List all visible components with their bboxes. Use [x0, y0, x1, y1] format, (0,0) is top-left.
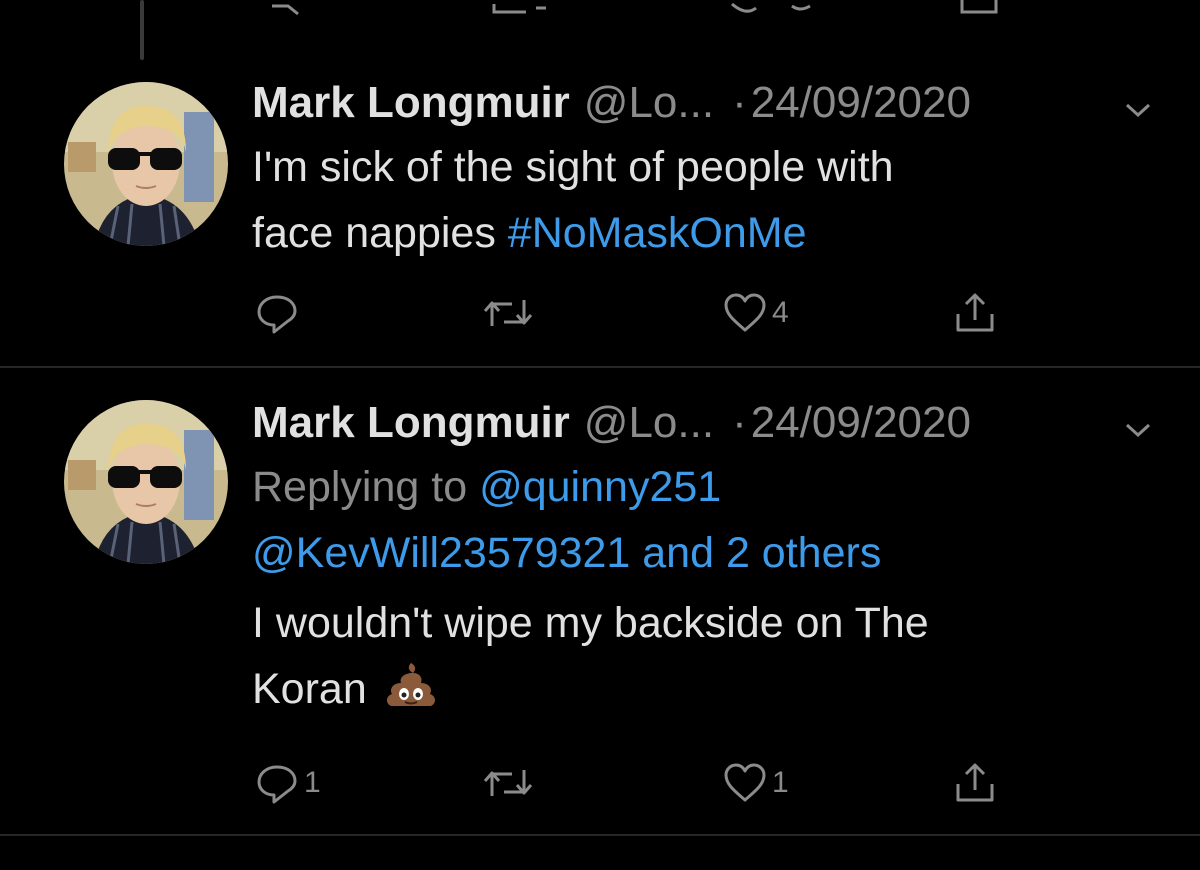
share-icon: [956, 293, 994, 332]
tweet-content: Mark Longmuir @Lo... · 24/09/2020 Replyi…: [252, 398, 1160, 722]
tweet-actions: 1 1: [252, 760, 1012, 810]
tweet[interactable]: Mark Longmuir @Lo... · 24/09/2020 I'm si…: [0, 60, 1200, 366]
pile-of-poo-icon: [386, 663, 435, 706]
hashtag-link[interactable]: #NoMaskOnMe: [508, 209, 807, 257]
tweet-header: Mark Longmuir @Lo... · 24/09/2020: [252, 78, 1160, 134]
tweet-text-line: I'm sick of the sight of people with: [252, 143, 894, 191]
share-icon[interactable]: [958, 0, 1002, 20]
tweet-text-line: I wouldn't wipe my backside on The: [252, 599, 929, 647]
reply-icon: [257, 765, 297, 804]
tweet-divider: [0, 834, 1200, 836]
avatar[interactable]: [64, 82, 228, 246]
share-button[interactable]: [952, 290, 998, 336]
author-handle[interactable]: @Lo...: [584, 398, 714, 448]
author-handle[interactable]: @Lo...: [584, 78, 714, 128]
share-icon: [956, 763, 994, 802]
tweet-header: Mark Longmuir @Lo... · 24/09/2020: [252, 398, 1160, 454]
reply-count: 1: [304, 766, 321, 799]
avatar[interactable]: [64, 400, 228, 564]
tweet-date[interactable]: 24/09/2020: [751, 398, 971, 448]
like-count: 1: [772, 766, 789, 799]
like-icon[interactable]: [730, 0, 820, 20]
tweet-text-segment: Koran: [252, 665, 367, 713]
tweet-text-line: Koran: [252, 656, 1160, 722]
tweet-text-segment: face nappies: [252, 209, 508, 257]
tweet-content: Mark Longmuir @Lo... · 24/09/2020 I'm si…: [252, 78, 1160, 266]
like-button[interactable]: 1: [722, 760, 789, 806]
retweet-icon: [483, 300, 533, 326]
retweet-icon[interactable]: [490, 0, 560, 20]
author-name[interactable]: Mark Longmuir: [252, 78, 570, 128]
tweet-text-line: face nappies #NoMaskOnMe: [252, 200, 1160, 266]
reply-icon: [257, 295, 297, 334]
separator-dot: ·: [732, 78, 747, 127]
like-count: 4: [772, 296, 789, 329]
tweet-actions: 4: [252, 290, 1012, 340]
chevron-down-icon[interactable]: [1124, 420, 1152, 440]
tweet[interactable]: Mark Longmuir @Lo... · 24/09/2020 Replyi…: [0, 368, 1200, 836]
reply-button[interactable]: 1: [254, 760, 321, 806]
tweet-text: I wouldn't wipe my backside on The Koran: [252, 590, 1160, 722]
retweet-button[interactable]: [480, 290, 540, 336]
mention-link[interactable]: @quinny251: [479, 463, 721, 511]
twitter-thread-screen: Mark Longmuir @Lo... · 24/09/2020 I'm si…: [0, 0, 1200, 870]
replying-to: Replying to @quinny251 @KevWill23579321 …: [252, 454, 1160, 586]
tweet-date[interactable]: 24/09/2020: [751, 78, 971, 128]
replying-to-label: Replying to: [252, 463, 480, 511]
share-button[interactable]: [952, 760, 998, 806]
tweet-text: I'm sick of the sight of people with fac…: [252, 134, 1160, 266]
mention-link[interactable]: @KevWill23579321 and 2 others: [252, 520, 1160, 586]
author-name[interactable]: Mark Longmuir: [252, 398, 570, 448]
heart-icon: [724, 763, 766, 802]
separator-dot: ·: [732, 398, 747, 447]
like-button[interactable]: 4: [722, 290, 789, 336]
reply-button[interactable]: [254, 290, 304, 336]
chevron-down-icon[interactable]: [1124, 100, 1152, 120]
reply-icon[interactable]: [268, 0, 308, 20]
retweet-button[interactable]: [480, 760, 540, 806]
replying-to-line: Replying to @quinny251: [252, 454, 1160, 520]
retweet-icon: [483, 770, 533, 796]
heart-icon: [724, 293, 766, 332]
previous-tweet-actions: [0, 0, 1200, 20]
